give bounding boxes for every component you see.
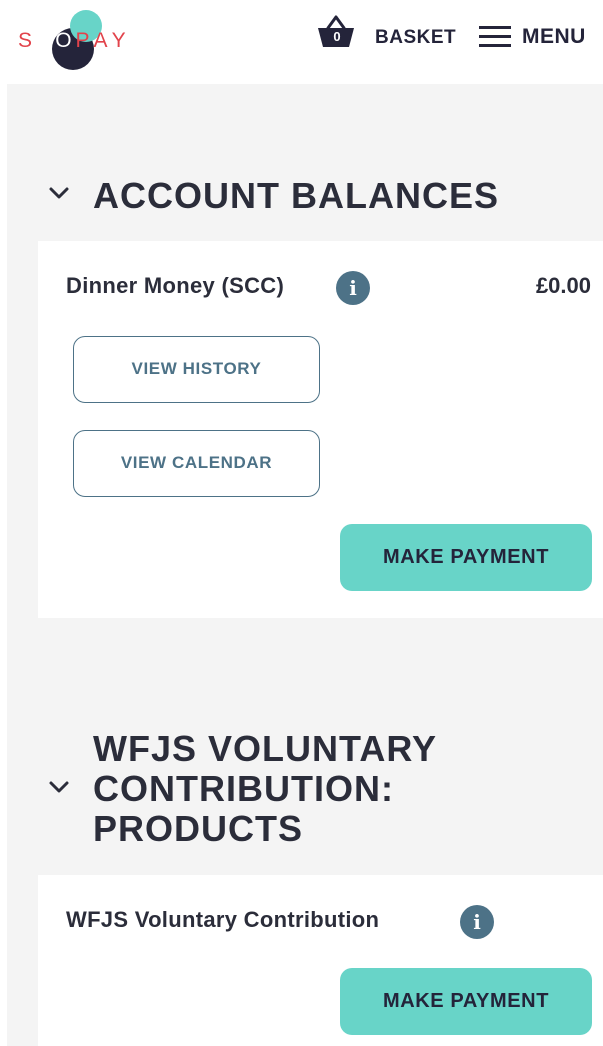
basket-count: 0 [333, 29, 341, 44]
logo-letter: S [18, 29, 37, 52]
info-icon[interactable]: i [336, 271, 370, 305]
item-name: Dinner Money (SCC) [66, 273, 285, 298]
logo-letter: O [55, 29, 76, 52]
info-icon[interactable]: i [460, 905, 494, 939]
section-title-line: CONTRIBUTION: [93, 768, 394, 809]
section-title-account-balances[interactable]: ACCOUNT BALANCES [93, 176, 499, 216]
site-header: SCOPAY 0 BASKET MENU [0, 0, 603, 82]
logo-letter: A [93, 29, 112, 52]
item-name: WFJS Voluntary Contribution [66, 907, 380, 932]
logo-wordmark: SCOPAY [18, 28, 130, 54]
make-payment-button[interactable]: MAKE PAYMENT [340, 968, 592, 1035]
chevron-down-icon[interactable] [48, 186, 70, 200]
section-title-line: PRODUCTS [93, 808, 304, 849]
logo-letter: Y [111, 29, 130, 52]
account-balance-card: Dinner Money (SCC) i £0.00 VIEW HISTORY … [38, 241, 603, 618]
basket-link[interactable]: BASKET [375, 27, 456, 49]
logo-letter: P [75, 29, 94, 52]
section-title-line: WFJS VOLUNTARY [93, 728, 437, 769]
logo-letter: C [36, 29, 56, 52]
section-title-wfjs-products[interactable]: WFJS VOLUNTARY CONTRIBUTION: PRODUCTS [93, 729, 437, 849]
menu-button[interactable]: MENU [522, 25, 586, 49]
view-history-button[interactable]: VIEW HISTORY [73, 336, 320, 403]
make-payment-button[interactable]: MAKE PAYMENT [340, 524, 592, 591]
view-calendar-button[interactable]: VIEW CALENDAR [73, 430, 320, 497]
balance-amount: £0.00 [535, 273, 591, 298]
chevron-down-icon[interactable] [48, 780, 70, 794]
scopay-logo[interactable]: SCOPAY [18, 10, 138, 70]
product-card: WFJS Voluntary Contribution i MAKE PAYME… [38, 875, 603, 1046]
menu-icon[interactable] [479, 26, 511, 48]
